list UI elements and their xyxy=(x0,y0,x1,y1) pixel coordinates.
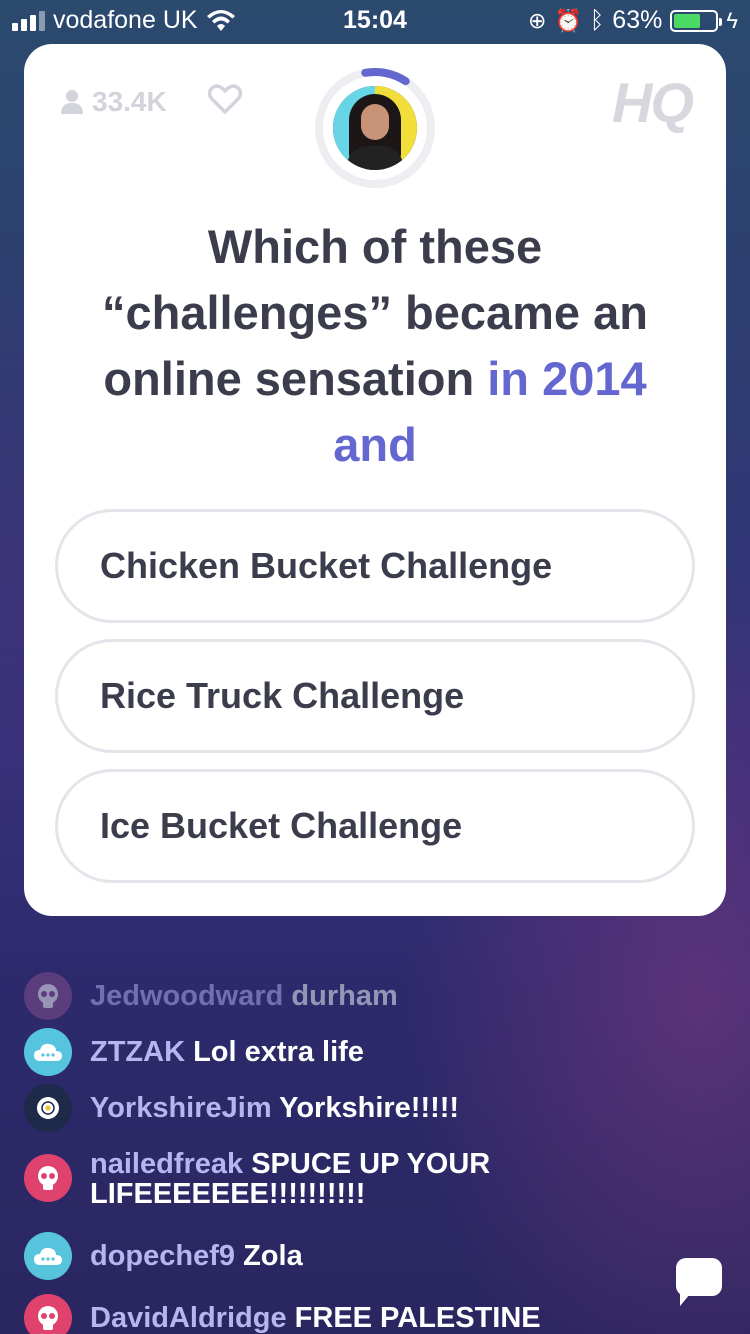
hq-logo: HQ xyxy=(612,71,694,134)
chat-message: DavidAldridge FREE PALESTINE xyxy=(24,1294,664,1334)
chat-message: YorkshireJim Yorkshire!!!!! xyxy=(24,1084,664,1132)
host-timer xyxy=(313,66,437,190)
viewer-count: 33.4K xyxy=(60,86,167,118)
bluetooth-icon: ᛒ xyxy=(589,6,605,34)
answer-option-3[interactable]: Ice Bucket Challenge xyxy=(55,769,695,883)
chat-message: nailedfreak SPUCE UP YOUR LIFEEEEEEE!!!!… xyxy=(24,1140,664,1209)
chat-username: DavidAldridge xyxy=(90,1302,287,1334)
chat-message: Jedwoodward durham xyxy=(24,972,664,1020)
host-avatar xyxy=(333,86,417,170)
chat-text: dopechef9 Zola xyxy=(90,1232,303,1271)
question-text: Which of these “challenges” became an on… xyxy=(64,214,686,478)
cloud-icon xyxy=(34,1043,62,1061)
chat-text: ZTZAK Lol extra life xyxy=(90,1028,364,1067)
chat-body: durham xyxy=(291,980,398,1012)
person-icon xyxy=(61,90,83,114)
chat-text: YorkshireJim Yorkshire!!!!! xyxy=(90,1084,459,1123)
chat-username: Jedwoodward xyxy=(90,980,284,1012)
chat-username: nailedfreak xyxy=(90,1148,244,1180)
status-bar: vodafone UK 15:04 ⊕ ⏰ ᛒ 63% ϟ xyxy=(0,0,750,42)
status-right: ⊕ ⏰ ᛒ 63% ϟ xyxy=(528,6,738,35)
chat-text: nailedfreak SPUCE UP YOUR LIFEEEEEEE!!!!… xyxy=(90,1140,530,1209)
chat-username: dopechef9 xyxy=(90,1240,236,1272)
battery-icon xyxy=(670,9,723,32)
skull-icon xyxy=(38,984,58,1008)
skull-icon xyxy=(38,1166,58,1190)
chat-avatar xyxy=(24,972,72,1020)
chat-username: YorkshireJim xyxy=(90,1092,272,1124)
answer-option-2[interactable]: Rice Truck Challenge xyxy=(55,639,695,753)
chat-message: ZTZAK Lol extra life xyxy=(24,1028,664,1076)
heart-icon[interactable] xyxy=(208,84,242,114)
question-card: 33.4K HQ Which of these “challenges” bec… xyxy=(24,44,726,916)
chat-username: ZTZAK xyxy=(90,1036,186,1068)
chat-body: Lol extra life xyxy=(193,1036,364,1068)
battery-fill xyxy=(674,13,700,28)
orientation-lock-icon: ⊕ xyxy=(528,7,547,33)
chat-body: Zola xyxy=(243,1240,303,1272)
chat-body: FREE PALESTINE xyxy=(294,1302,541,1334)
chat-avatar xyxy=(24,1294,72,1334)
skull-icon xyxy=(38,1306,58,1330)
chat-text: DavidAldridge FREE PALESTINE xyxy=(90,1294,541,1333)
chat-text: Jedwoodward durham xyxy=(90,972,398,1011)
cloud-icon xyxy=(34,1247,62,1265)
chat-avatar xyxy=(24,1232,72,1280)
chat-avatar xyxy=(24,1084,72,1132)
chat-compose-button[interactable] xyxy=(676,1258,722,1296)
chat-avatar xyxy=(24,1154,72,1202)
battery-percent: 63% xyxy=(612,6,663,34)
alarm-icon: ⏰ xyxy=(554,7,582,33)
chat-avatar xyxy=(24,1028,72,1076)
chat-body: Yorkshire!!!!! xyxy=(279,1092,460,1124)
charging-icon: ϟ xyxy=(726,7,738,33)
answer-option-1[interactable]: Chicken Bucket Challenge xyxy=(55,509,695,623)
chat-message: dopechef9 Zola xyxy=(24,1232,664,1280)
rose-icon xyxy=(37,1097,59,1119)
viewer-count-label: 33.4K xyxy=(92,86,167,117)
